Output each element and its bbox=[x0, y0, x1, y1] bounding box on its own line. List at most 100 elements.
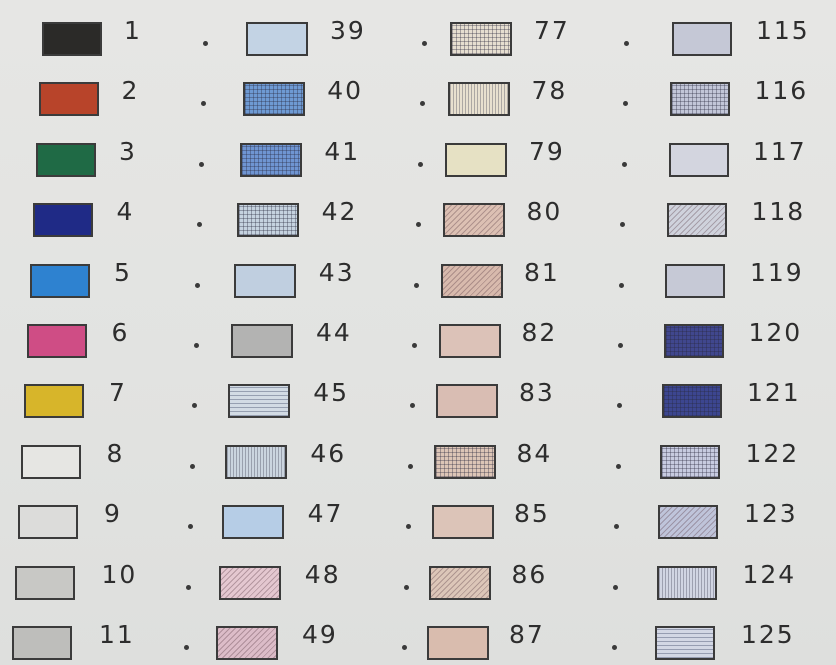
swatch-number: 9 bbox=[104, 499, 122, 529]
separator-dot bbox=[185, 584, 191, 590]
swatch-number: 87 bbox=[509, 620, 545, 649]
separator-dot bbox=[197, 222, 203, 228]
color-swatch bbox=[447, 82, 510, 117]
color-swatch bbox=[234, 263, 296, 298]
swatch-number: 85 bbox=[514, 499, 550, 529]
color-swatch bbox=[440, 263, 503, 298]
swatch-number: 42 bbox=[321, 197, 358, 227]
separator-dot bbox=[613, 584, 619, 590]
swatch-number: 2 bbox=[121, 76, 140, 106]
color-swatch bbox=[246, 22, 308, 56]
color-swatch bbox=[431, 505, 494, 540]
swatch-number: 77 bbox=[534, 16, 570, 45]
separator-dot bbox=[620, 222, 626, 228]
swatch-number: 45 bbox=[313, 378, 349, 408]
separator-dot bbox=[416, 222, 421, 228]
color-swatch bbox=[18, 505, 78, 540]
swatch-number: 123 bbox=[744, 499, 798, 529]
swatch-number: 48 bbox=[304, 559, 341, 589]
swatch-number: 11 bbox=[99, 620, 135, 649]
color-swatch bbox=[225, 444, 287, 479]
swatch-number: 78 bbox=[531, 76, 568, 106]
color-swatch bbox=[12, 626, 72, 660]
color-swatch bbox=[450, 22, 512, 56]
color-swatch bbox=[237, 203, 299, 238]
color-swatch bbox=[36, 142, 96, 177]
swatch-number: 83 bbox=[519, 378, 555, 408]
separator-dot bbox=[404, 584, 409, 590]
color-swatch bbox=[429, 565, 492, 600]
color-swatch bbox=[24, 384, 84, 419]
swatch-number: 44 bbox=[316, 318, 352, 347]
color-swatch bbox=[668, 142, 729, 177]
swatch-number: 81 bbox=[524, 257, 560, 287]
separator-dot bbox=[195, 282, 201, 288]
swatch-number: 5 bbox=[114, 257, 132, 287]
swatch-number: 120 bbox=[748, 318, 803, 347]
separator-dot bbox=[614, 524, 620, 530]
separator-dot bbox=[418, 161, 423, 167]
swatch-number: 118 bbox=[751, 197, 806, 227]
swatch-number: 122 bbox=[745, 438, 800, 468]
separator-dot bbox=[410, 403, 415, 409]
color-swatch bbox=[661, 384, 722, 419]
swatch-number: 116 bbox=[754, 76, 809, 106]
swatch-number: 8 bbox=[106, 438, 125, 468]
swatch-number: 84 bbox=[516, 438, 553, 468]
swatch-number: 1 bbox=[124, 16, 142, 45]
swatch-number: 121 bbox=[747, 378, 801, 408]
swatch-number: 4 bbox=[116, 197, 135, 227]
separator-dot bbox=[612, 645, 617, 650]
separator-dot bbox=[412, 343, 417, 348]
separator-dot bbox=[201, 101, 207, 107]
swatch-number: 125 bbox=[741, 620, 795, 649]
swatch-number: 40 bbox=[327, 76, 363, 106]
separator-dot bbox=[621, 161, 627, 167]
swatch-number: 82 bbox=[521, 318, 558, 347]
swatch-number: 115 bbox=[756, 16, 810, 45]
separator-dot bbox=[615, 463, 621, 469]
separator-dot bbox=[616, 403, 622, 409]
swatch-number: 79 bbox=[529, 136, 565, 166]
color-swatch bbox=[658, 505, 719, 540]
color-swatch bbox=[443, 203, 506, 238]
swatch-number: 7 bbox=[109, 378, 127, 408]
separator-dot bbox=[191, 403, 197, 409]
color-swatch bbox=[656, 565, 717, 600]
separator-dot bbox=[203, 41, 208, 46]
color-swatch bbox=[433, 444, 496, 479]
swatch-number: 124 bbox=[742, 559, 797, 589]
swatch-number: 41 bbox=[324, 136, 361, 166]
swatch-number: 119 bbox=[750, 257, 804, 287]
color-swatch bbox=[216, 626, 278, 660]
separator-dot bbox=[406, 524, 411, 530]
color-swatch bbox=[243, 82, 305, 117]
separator-dot bbox=[622, 101, 628, 107]
swatch-number: 47 bbox=[307, 499, 344, 529]
color-swatch bbox=[663, 324, 724, 358]
separator-dot bbox=[402, 645, 407, 650]
separator-dot bbox=[618, 343, 623, 348]
color-swatch bbox=[655, 626, 715, 660]
separator-dot bbox=[408, 463, 413, 469]
swatch-number: 10 bbox=[101, 559, 138, 589]
color-swatch bbox=[670, 82, 731, 117]
separator-dot bbox=[420, 101, 425, 107]
swatch-number: 49 bbox=[302, 620, 338, 649]
color-swatch bbox=[15, 565, 75, 600]
color-swatch bbox=[672, 22, 732, 56]
color-swatch bbox=[427, 626, 489, 660]
color-swatch bbox=[222, 505, 284, 540]
swatch-number: 86 bbox=[511, 559, 548, 589]
color-swatch bbox=[660, 444, 721, 479]
color-swatch bbox=[219, 565, 281, 600]
color-swatch bbox=[33, 203, 93, 238]
swatch-number: 6 bbox=[111, 318, 130, 347]
swatch-number: 43 bbox=[318, 257, 355, 287]
color-swatch bbox=[436, 384, 499, 419]
color-swatch bbox=[39, 82, 99, 117]
swatch-number: 39 bbox=[330, 16, 366, 45]
color-swatch bbox=[21, 444, 81, 479]
separator-dot bbox=[184, 645, 189, 650]
separator-dot bbox=[414, 282, 419, 288]
